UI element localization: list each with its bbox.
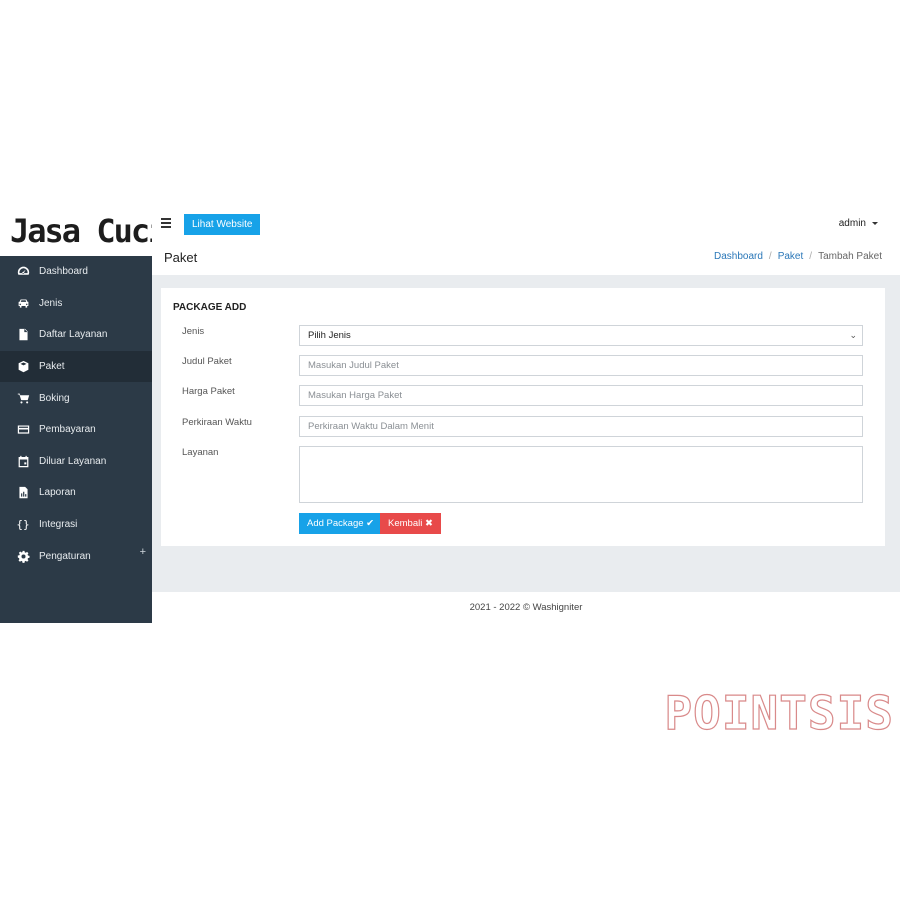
harga-paket-input[interactable]: [299, 385, 863, 406]
sidebar-item-pembayaran[interactable]: Pembayaran: [0, 414, 152, 446]
sidebar-item-dashboard[interactable]: Dashboard: [0, 256, 152, 288]
sidebar-item-diluar-layanan[interactable]: Diluar Layanan: [0, 446, 152, 478]
expand-plus-icon[interactable]: +: [140, 546, 146, 558]
sidebar-item-integrasi[interactable]: {} Integrasi: [0, 509, 152, 541]
jenis-select[interactable]: Pilih Jenis ⌄: [299, 325, 863, 346]
jenis-selected-value: Pilih Jenis: [308, 330, 351, 341]
judul-paket-label: Judul Paket: [182, 356, 232, 367]
watermark: POINTSIS: [664, 685, 894, 740]
page-title: Paket: [164, 250, 198, 265]
footer: 2021 - 2022 © Washigniter: [152, 592, 900, 623]
calendar-icon: [16, 454, 30, 468]
sidebar-item-label: Dashboard: [39, 266, 88, 278]
perkiraan-waktu-label: Perkiraan Waktu: [182, 417, 252, 428]
chevron-down-icon: ⌄: [849, 330, 857, 340]
sidebar-item-label: Pengaturan: [39, 550, 91, 562]
user-menu[interactable]: admin: [839, 218, 878, 229]
sidebar-item-label: Paket: [39, 361, 65, 373]
sidebar-item-label: Daftar Layanan: [39, 329, 108, 341]
brand-logo: Jasa Cuci: [10, 212, 167, 250]
sidebar: Dashboard Jenis Daftar Layanan Paket Bok…: [0, 256, 152, 623]
car-icon: [16, 296, 30, 310]
back-button[interactable]: Kembali ✖: [380, 513, 441, 534]
sidebar-item-label: Boking: [39, 392, 70, 404]
judul-paket-input[interactable]: [299, 355, 863, 376]
braces-icon: {}: [16, 518, 30, 532]
cart-icon: [16, 391, 30, 405]
box-icon: [16, 360, 30, 374]
sidebar-item-label: Integrasi: [39, 519, 78, 531]
breadcrumb: Dashboard / Paket / Tambah Paket: [714, 251, 882, 262]
credit-card-icon: [16, 423, 30, 437]
sidebar-item-pengaturan[interactable]: Pengaturan +: [0, 540, 152, 572]
sidebar-item-laporan[interactable]: Laporan: [0, 477, 152, 509]
layanan-textarea[interactable]: [299, 446, 863, 503]
sidebar-item-jenis[interactable]: Jenis: [0, 288, 152, 320]
perkiraan-waktu-input[interactable]: [299, 416, 863, 437]
breadcrumb-dashboard[interactable]: Dashboard: [714, 251, 763, 262]
caret-down-icon: [872, 221, 878, 225]
breadcrumb-paket[interactable]: Paket: [778, 251, 804, 262]
top-bar: Lihat Website admin: [152, 209, 900, 241]
view-website-button[interactable]: Lihat Website: [184, 214, 261, 235]
breadcrumb-current: Tambah Paket: [818, 251, 882, 262]
sidebar-item-paket[interactable]: Paket: [0, 350, 152, 383]
jenis-label: Jenis: [182, 326, 205, 337]
card-title: PACKAGE ADD: [173, 302, 247, 313]
content-header: Paket Dashboard / Paket / Tambah Paket: [152, 241, 900, 275]
sidebar-item-label: Jenis: [39, 297, 63, 309]
gear-icon: [16, 549, 30, 563]
sidebar-item-boking[interactable]: Boking: [0, 382, 152, 414]
sidebar-item-label: Diluar Layanan: [39, 455, 107, 467]
speedometer-icon: [16, 265, 30, 279]
sidebar-item-label: Pembayaran: [39, 424, 96, 436]
add-package-button[interactable]: Add Package ✔: [299, 513, 383, 534]
user-name: admin: [838, 218, 866, 229]
hamburger-menu-icon[interactable]: [161, 218, 171, 228]
file-icon: [16, 328, 30, 342]
report-icon: [16, 486, 30, 500]
sidebar-item-daftar-layanan[interactable]: Daftar Layanan: [0, 319, 152, 351]
sidebar-item-label: Laporan: [39, 487, 76, 499]
layanan-label: Layanan: [182, 447, 219, 458]
package-add-card: PACKAGE ADD Jenis Pilih Jenis ⌄ Judul Pa…: [161, 288, 885, 546]
breadcrumb-separator: /: [768, 251, 772, 262]
breadcrumb-separator: /: [809, 251, 813, 262]
harga-paket-label: Harga Paket: [182, 386, 235, 397]
